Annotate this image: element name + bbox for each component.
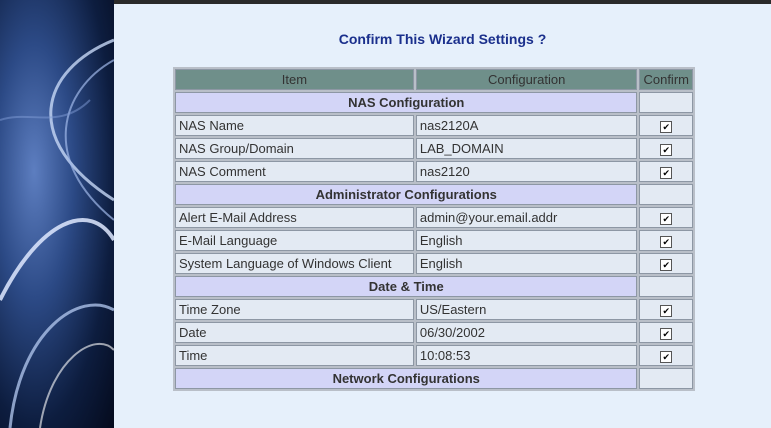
confirm-checkbox[interactable]: ✔: [660, 236, 673, 248]
confirm-checkbox[interactable]: ✔: [660, 259, 673, 271]
item-cell: E-Mail Language: [175, 230, 414, 251]
section-heading: Administrator Configurations: [175, 184, 638, 205]
side-banner-image: [0, 0, 114, 428]
table-row: NAS Name nas2120A ✔: [175, 115, 693, 136]
table-row: Time 10:08:53 ✔: [175, 345, 693, 366]
section-heading: NAS Configuration: [175, 92, 638, 113]
confirm-checkbox[interactable]: ✔: [660, 144, 673, 156]
table-row: Alert E-Mail Address admin@your.email.add…: [175, 207, 693, 228]
section-heading: Date & Time: [175, 276, 638, 297]
item-cell: Date: [175, 322, 414, 343]
table-row: E-Mail Language English ✔: [175, 230, 693, 251]
section-blank-cell: [639, 368, 693, 389]
section-blank-cell: [639, 276, 693, 297]
item-cell: NAS Group/Domain: [175, 138, 414, 159]
configuration-cell: US/Eastern: [415, 299, 638, 320]
confirm-cell: ✔: [639, 253, 693, 274]
item-cell: System Language of Windows Client: [175, 253, 414, 274]
item-cell: NAS Comment: [175, 161, 414, 182]
confirm-checkbox[interactable]: ✔: [660, 351, 673, 363]
table-row: NAS Comment nas2120 ✔: [175, 161, 693, 182]
section-row: NAS Configuration: [175, 92, 693, 113]
configuration-cell: 06/30/2002: [415, 322, 638, 343]
item-cell: Time Zone: [175, 299, 414, 320]
confirm-cell: ✔: [639, 230, 693, 251]
confirm-cell: ✔: [639, 322, 693, 343]
confirm-checkbox[interactable]: ✔: [660, 328, 673, 340]
table-row: System Language of Windows Client English…: [175, 253, 693, 274]
confirm-cell: ✔: [639, 207, 693, 228]
section-heading: Network Configurations: [175, 368, 638, 389]
section-row: Administrator Configurations: [175, 184, 693, 205]
column-header-configuration: Configuration: [415, 69, 638, 90]
page-title: Confirm This Wizard Settings ?: [338, 31, 547, 47]
configuration-cell: nas2120: [415, 161, 638, 182]
confirm-cell: ✔: [639, 299, 693, 320]
table-row: NAS Group/Domain LAB_DOMAIN ✔: [175, 138, 693, 159]
confirm-checkbox[interactable]: ✔: [660, 305, 673, 317]
configuration-cell: admin@your.email.addr: [415, 207, 638, 228]
section-row: Network Configurations: [175, 368, 693, 389]
settings-table: Item Configuration Confirm NAS Configura…: [173, 67, 695, 391]
column-header-item: Item: [175, 69, 414, 90]
table-header-row: Item Configuration Confirm: [175, 69, 693, 90]
confirm-cell: ✔: [639, 161, 693, 182]
item-cell: Time: [175, 345, 414, 366]
confirm-checkbox[interactable]: ✔: [660, 167, 673, 179]
configuration-cell: English: [415, 230, 638, 251]
configuration-cell: 10:08:53: [415, 345, 638, 366]
confirm-cell: ✔: [639, 345, 693, 366]
column-header-confirm: Confirm: [639, 69, 693, 90]
table-row: Time Zone US/Eastern ✔: [175, 299, 693, 320]
configuration-cell: LAB_DOMAIN: [415, 138, 638, 159]
confirm-cell: ✔: [639, 138, 693, 159]
configuration-cell: English: [415, 253, 638, 274]
section-blank-cell: [639, 92, 693, 113]
section-blank-cell: [639, 184, 693, 205]
confirm-checkbox[interactable]: ✔: [660, 121, 673, 133]
table-row: Date 06/30/2002 ✔: [175, 322, 693, 343]
configuration-cell: nas2120A: [415, 115, 638, 136]
confirm-cell: ✔: [639, 115, 693, 136]
confirm-checkbox[interactable]: ✔: [660, 213, 673, 225]
section-row: Date & Time: [175, 276, 693, 297]
item-cell: NAS Name: [175, 115, 414, 136]
item-cell: Alert E-Mail Address: [175, 207, 414, 228]
